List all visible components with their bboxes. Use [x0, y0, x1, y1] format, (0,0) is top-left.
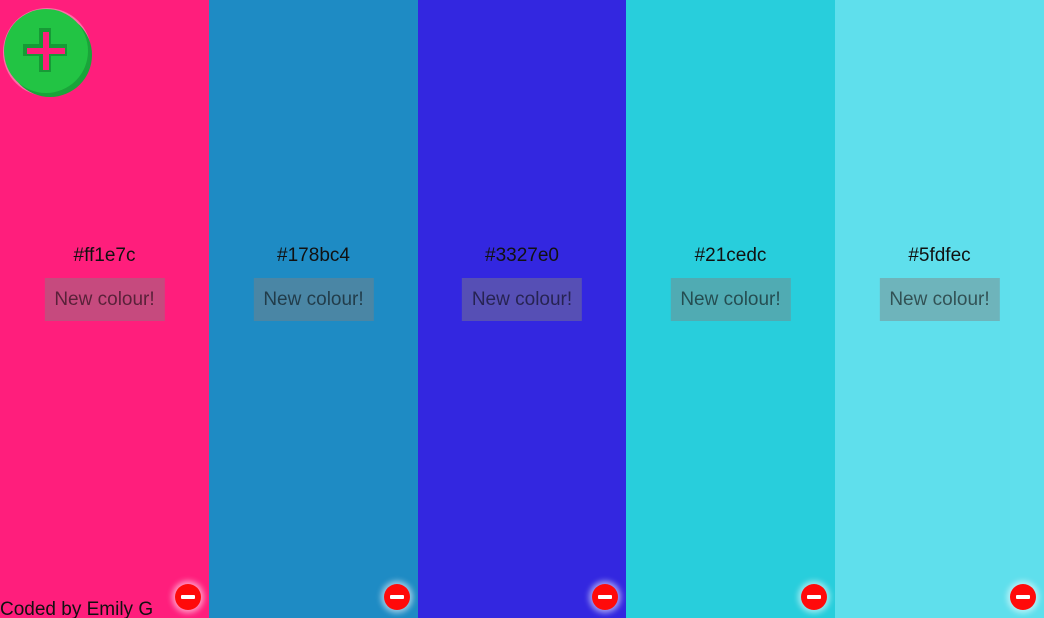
hex-code: #ff1e7c	[73, 245, 136, 266]
palette: #ff1e7c New colour! #178bc4 New colour! …	[0, 0, 1044, 618]
color-column-2: #178bc4 New colour!	[209, 0, 418, 618]
hex-code: #178bc4	[277, 245, 350, 266]
minus-icon	[390, 595, 404, 599]
hex-code: #5fdfec	[908, 245, 971, 266]
plus-icon	[3, 8, 92, 97]
minus-icon	[1016, 595, 1030, 599]
new-colour-button[interactable]: New colour!	[253, 278, 374, 321]
minus-icon	[181, 595, 195, 599]
remove-column-button[interactable]	[1010, 584, 1036, 610]
remove-column-button[interactable]	[384, 584, 410, 610]
remove-column-button[interactable]	[801, 584, 827, 610]
minus-icon	[598, 595, 612, 599]
color-column-4: #21cedc New colour!	[626, 0, 835, 618]
new-colour-button[interactable]: New colour!	[879, 278, 1000, 321]
minus-icon	[807, 595, 821, 599]
new-colour-button[interactable]: New colour!	[461, 278, 583, 321]
hex-code: #3327e0	[485, 245, 559, 266]
add-column-button[interactable]	[1, 6, 93, 98]
color-column-5: #5fdfec New colour!	[835, 0, 1044, 618]
hex-code: #21cedc	[694, 245, 767, 266]
new-colour-button[interactable]: New colour!	[670, 278, 791, 321]
remove-column-button[interactable]	[592, 584, 618, 610]
color-column-3: #3327e0 New colour!	[418, 0, 626, 618]
new-colour-button[interactable]: New colour!	[44, 278, 165, 321]
remove-column-button[interactable]	[175, 584, 201, 610]
credit-text: Coded by Emily G	[0, 599, 154, 618]
